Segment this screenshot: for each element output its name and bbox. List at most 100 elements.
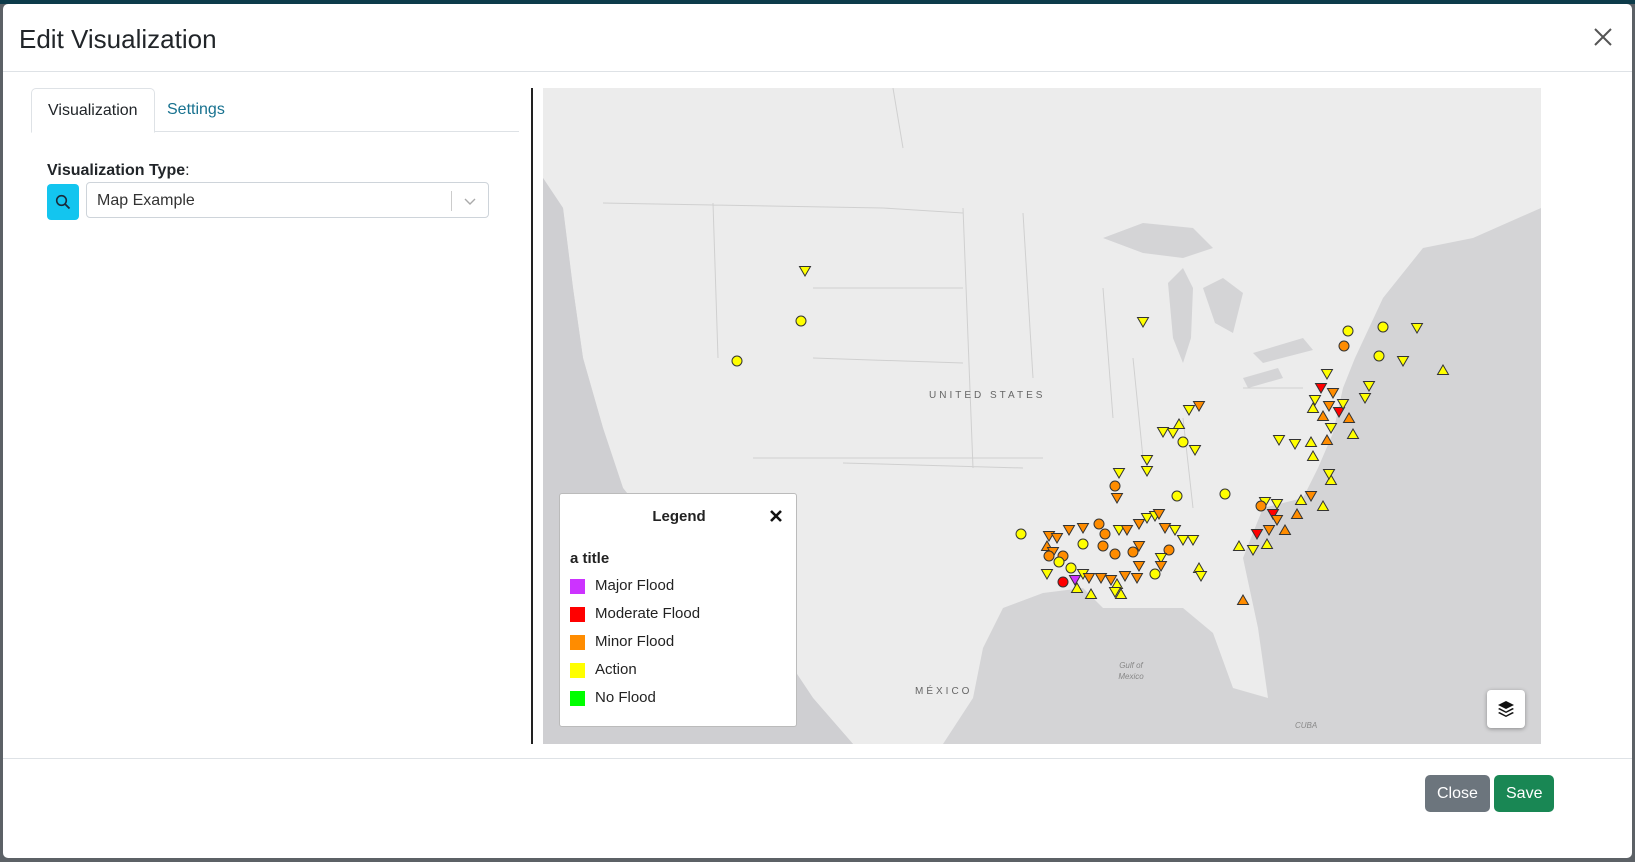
gauge-marker-circle[interactable] bbox=[1109, 548, 1121, 560]
save-button[interactable]: Save bbox=[1494, 775, 1555, 812]
gauge-marker-triangle[interactable] bbox=[1260, 538, 1274, 549]
gauge-marker-triangle[interactable] bbox=[1158, 523, 1172, 534]
legend-close-icon[interactable] bbox=[768, 508, 784, 524]
gauge-marker-circle[interactable] bbox=[1109, 480, 1121, 492]
gauge-marker-triangle[interactable] bbox=[1168, 525, 1182, 536]
gauge-marker-triangle[interactable] bbox=[1232, 540, 1246, 551]
gauge-marker-triangle[interactable] bbox=[1304, 491, 1318, 502]
gauge-marker-triangle[interactable] bbox=[1436, 364, 1450, 375]
gauge-marker-circle[interactable] bbox=[1219, 488, 1231, 500]
gauge-marker-circle[interactable] bbox=[1057, 576, 1069, 588]
gauge-marker-circle[interactable] bbox=[1338, 340, 1350, 352]
gauge-marker-triangle[interactable] bbox=[1110, 493, 1124, 504]
gauge-marker-triangle[interactable] bbox=[1306, 450, 1320, 461]
gauge-marker-circle[interactable] bbox=[1097, 540, 1109, 552]
gauge-marker-triangle[interactable] bbox=[1410, 323, 1424, 334]
layers-button[interactable] bbox=[1487, 690, 1525, 728]
gauge-marker-triangle[interactable] bbox=[1288, 439, 1302, 450]
gauge-marker-triangle[interactable] bbox=[1346, 428, 1360, 439]
gauge-marker-circle[interactable] bbox=[1177, 436, 1189, 448]
gauge-marker-triangle[interactable] bbox=[1304, 436, 1318, 447]
gauge-marker-triangle[interactable] bbox=[1176, 535, 1190, 546]
gauge-marker-triangle[interactable] bbox=[1290, 508, 1304, 519]
gauge-marker-triangle[interactable] bbox=[1262, 525, 1276, 536]
gauge-marker-triangle[interactable] bbox=[1140, 466, 1154, 477]
gauge-marker-triangle[interactable] bbox=[1250, 529, 1264, 540]
gauge-marker-triangle[interactable] bbox=[1156, 427, 1170, 438]
close-button[interactable]: Close bbox=[1425, 775, 1490, 812]
gauge-marker-circle[interactable] bbox=[1093, 518, 1105, 530]
gauge-marker-triangle[interactable] bbox=[1068, 575, 1082, 586]
gauge-marker-triangle[interactable] bbox=[1112, 468, 1126, 479]
tab-visualization[interactable]: Visualization bbox=[31, 88, 155, 133]
gauge-marker-triangle[interactable] bbox=[1322, 401, 1336, 412]
gauge-marker-circle[interactable] bbox=[1171, 490, 1183, 502]
gauge-marker-triangle[interactable] bbox=[1316, 500, 1330, 511]
gauge-marker-triangle[interactable] bbox=[1084, 588, 1098, 599]
gauge-marker-triangle[interactable] bbox=[1120, 525, 1134, 536]
gauge-marker-triangle[interactable] bbox=[1272, 435, 1286, 446]
gauge-marker-triangle[interactable] bbox=[1362, 381, 1376, 392]
gauge-marker-triangle[interactable] bbox=[1236, 594, 1250, 605]
gauge-marker-triangle[interactable] bbox=[1140, 455, 1154, 466]
gauge-marker-triangle[interactable] bbox=[1306, 402, 1320, 413]
gauge-marker-triangle[interactable] bbox=[1246, 545, 1260, 556]
gauge-marker-circle[interactable] bbox=[1077, 538, 1089, 550]
modal-header: Edit Visualization bbox=[3, 4, 1632, 72]
gauge-marker-circle[interactable] bbox=[1255, 500, 1267, 512]
gauge-marker-triangle[interactable] bbox=[1182, 405, 1196, 416]
gauge-marker-triangle[interactable] bbox=[1358, 393, 1372, 404]
gauge-marker-circle[interactable] bbox=[1053, 556, 1065, 568]
gauge-marker-circle[interactable] bbox=[1015, 528, 1027, 540]
gauge-marker-circle[interactable] bbox=[1149, 568, 1161, 580]
gauge-marker-triangle[interactable] bbox=[1186, 535, 1200, 546]
gauge-marker-triangle[interactable] bbox=[1396, 356, 1410, 367]
gauge-marker-triangle[interactable] bbox=[1270, 515, 1284, 526]
gauge-marker-circle[interactable] bbox=[1373, 350, 1385, 362]
gauge-marker-triangle[interactable] bbox=[1270, 499, 1284, 510]
gauge-marker-triangle[interactable] bbox=[1324, 423, 1338, 434]
gauge-marker-triangle[interactable] bbox=[1188, 445, 1202, 456]
gauge-marker-triangle[interactable] bbox=[1132, 561, 1146, 572]
gauge-marker-circle[interactable] bbox=[1065, 562, 1077, 574]
close-icon[interactable] bbox=[1590, 24, 1616, 50]
gauge-marker-triangle[interactable] bbox=[1076, 523, 1090, 534]
gauge-marker-triangle[interactable] bbox=[1342, 412, 1356, 423]
gauge-marker-triangle[interactable] bbox=[1194, 571, 1208, 582]
gauge-marker-triangle[interactable] bbox=[1320, 434, 1334, 445]
gauge-marker-triangle[interactable] bbox=[1308, 395, 1322, 406]
gauge-marker-triangle[interactable] bbox=[1316, 410, 1330, 421]
gauge-marker-triangle[interactable] bbox=[1166, 428, 1180, 439]
gauge-marker-triangle[interactable] bbox=[1172, 418, 1186, 429]
map-view[interactable]: UNITED STATES MÉXICO Gulf of Mexico CUBA… bbox=[543, 88, 1541, 744]
gauge-marker-triangle[interactable] bbox=[1136, 317, 1150, 328]
gauge-marker-circle[interactable] bbox=[1377, 321, 1389, 333]
gauge-marker-circle[interactable] bbox=[1043, 550, 1055, 562]
gauge-marker-triangle[interactable] bbox=[1082, 573, 1096, 584]
gauge-marker-triangle[interactable] bbox=[1314, 383, 1328, 394]
gauge-marker-circle[interactable] bbox=[731, 355, 743, 367]
search-button[interactable] bbox=[47, 184, 79, 220]
gauge-marker-triangle[interactable] bbox=[1050, 533, 1064, 544]
gauge-marker-circle[interactable] bbox=[795, 315, 807, 327]
gauge-marker-circle[interactable] bbox=[1099, 528, 1111, 540]
gauge-marker-circle[interactable] bbox=[1127, 546, 1139, 558]
gauge-marker-circle[interactable] bbox=[1342, 325, 1354, 337]
gauge-marker-triangle[interactable] bbox=[1278, 524, 1292, 535]
gauge-marker-triangle[interactable] bbox=[1132, 519, 1146, 530]
gauge-marker-triangle[interactable] bbox=[1320, 369, 1334, 380]
gauge-marker-triangle[interactable] bbox=[1118, 571, 1132, 582]
gauge-marker-triangle[interactable] bbox=[1062, 525, 1076, 536]
gauge-marker-triangle[interactable] bbox=[798, 266, 812, 277]
gauge-marker-triangle[interactable] bbox=[1326, 388, 1340, 399]
visualization-type-select[interactable]: Map Example bbox=[86, 182, 489, 218]
gauge-marker-triangle[interactable] bbox=[1094, 573, 1108, 584]
gauge-marker-triangle[interactable] bbox=[1070, 582, 1084, 593]
chevron-down-icon[interactable] bbox=[462, 193, 478, 209]
gauge-marker-triangle[interactable] bbox=[1294, 494, 1308, 505]
gauge-marker-triangle[interactable] bbox=[1130, 573, 1144, 584]
tab-settings[interactable]: Settings bbox=[151, 88, 241, 132]
map-label-mexico: MÉXICO bbox=[915, 686, 973, 697]
gauge-marker-triangle[interactable] bbox=[1040, 569, 1054, 580]
gauge-marker-triangle[interactable] bbox=[1192, 401, 1206, 412]
